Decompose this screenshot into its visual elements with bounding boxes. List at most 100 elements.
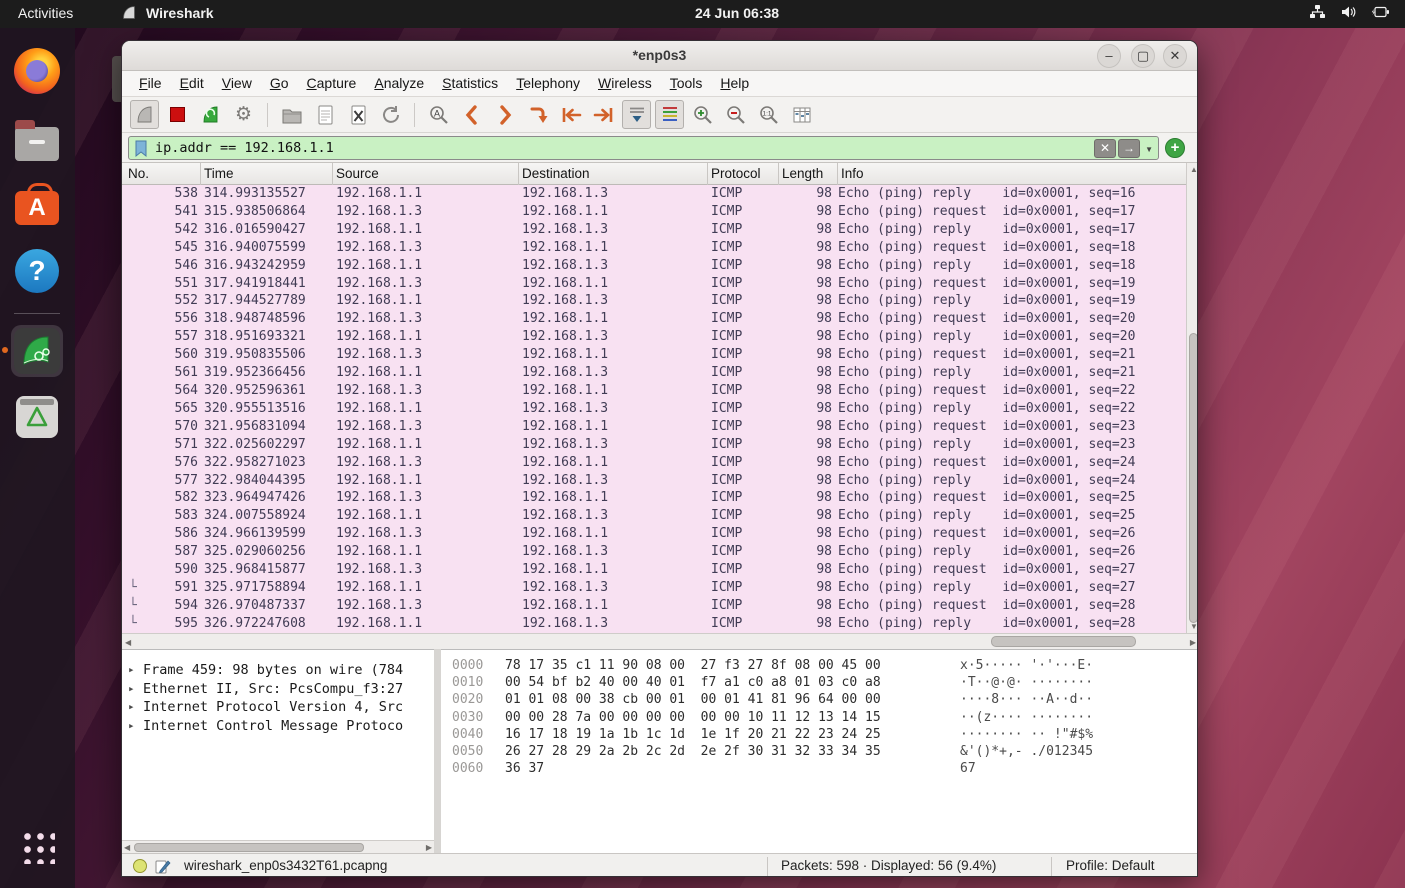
dock-item-wireshark[interactable]: [11, 325, 63, 377]
expert-info-icon[interactable]: [133, 859, 147, 873]
packet-row-595[interactable]: └595326.972247608192.168.1.1192.168.1.3I…: [122, 615, 1186, 633]
find-packet-button[interactable]: A: [424, 100, 453, 129]
column-header-protocol[interactable]: Protocol: [711, 166, 761, 181]
menu-statistics[interactable]: Statistics: [433, 71, 507, 97]
packet-row-576[interactable]: 576322.958271023192.168.1.3192.168.1.1IC…: [122, 454, 1186, 472]
close-capture-file-button[interactable]: [343, 100, 372, 129]
packet-list-hscrollbar[interactable]: ◀ ▶: [122, 633, 1198, 649]
filter-dropdown-icon[interactable]: ▼: [1145, 145, 1153, 154]
menu-capture[interactable]: Capture: [298, 71, 366, 97]
start-capture-button[interactable]: [130, 100, 159, 129]
save-capture-file-button[interactable]: [310, 100, 339, 129]
packet-row-564[interactable]: 564320.952596361192.168.1.3192.168.1.1IC…: [122, 382, 1186, 400]
hex-row-0060[interactable]: 006036 3767: [441, 760, 1198, 777]
detail-row-2[interactable]: ▸Internet Protocol Version 4, Src: [122, 698, 434, 717]
detail-row-0[interactable]: ▸Frame 459: 98 bytes on wire (784: [122, 661, 434, 680]
packet-row-542[interactable]: 542316.016590427192.168.1.1192.168.1.3IC…: [122, 221, 1186, 239]
packet-row-583[interactable]: 583324.007558924192.168.1.1192.168.1.3IC…: [122, 507, 1186, 525]
zoom-in-button[interactable]: [688, 100, 717, 129]
expand-arrow-icon[interactable]: ▸: [128, 698, 135, 717]
dock-item-firefox[interactable]: [11, 45, 63, 97]
packet-row-552[interactable]: 552317.944527789192.168.1.1192.168.1.3IC…: [122, 292, 1186, 310]
column-header-time[interactable]: Time: [204, 166, 234, 181]
packet-row-577[interactable]: 577322.984044395192.168.1.1192.168.1.3IC…: [122, 472, 1186, 490]
restart-capture-button[interactable]: [196, 100, 225, 129]
packet-row-582[interactable]: 582323.964947426192.168.1.3192.168.1.1IC…: [122, 489, 1186, 507]
resize-columns-button[interactable]: [787, 100, 816, 129]
reload-file-button[interactable]: [376, 100, 405, 129]
menu-telephony[interactable]: Telephony: [507, 71, 589, 97]
packet-row-586[interactable]: 586324.966139599192.168.1.3192.168.1.1IC…: [122, 525, 1186, 543]
packet-row-541[interactable]: 541315.938506864192.168.1.3192.168.1.1IC…: [122, 203, 1186, 221]
menu-go[interactable]: Go: [261, 71, 298, 97]
menu-help[interactable]: Help: [711, 71, 758, 97]
system-status-area[interactable]: [1309, 4, 1391, 20]
menu-view[interactable]: View: [213, 71, 261, 97]
packet-row-587[interactable]: 587325.029060256192.168.1.1192.168.1.3IC…: [122, 543, 1186, 561]
stop-capture-button[interactable]: [163, 100, 192, 129]
menu-file[interactable]: File: [130, 71, 171, 97]
menu-tools[interactable]: Tools: [661, 71, 712, 97]
go-forward-button[interactable]: [490, 100, 519, 129]
scroll-right-icon[interactable]: ▶: [1190, 638, 1196, 647]
maximize-button[interactable]: ▢: [1131, 44, 1155, 68]
hex-row-0010[interactable]: 001000 54 bf b2 40 00 40 01 f7 a1 c0 a8 …: [441, 674, 1198, 691]
open-capture-file-button[interactable]: [277, 100, 306, 129]
packet-row-594[interactable]: └594326.970487337192.168.1.3192.168.1.1I…: [122, 597, 1186, 615]
packet-list-header[interactable]: No.TimeSourceDestinationProtocolLengthIn…: [122, 163, 1186, 185]
go-back-button[interactable]: [457, 100, 486, 129]
scroll-left-icon[interactable]: ◀: [125, 638, 131, 647]
menu-wireless[interactable]: Wireless: [589, 71, 661, 97]
column-header-source[interactable]: Source: [336, 166, 379, 181]
packet-bytes-pane[interactable]: 000078 17 35 c1 11 90 08 00 27 f3 27 8f …: [441, 649, 1198, 853]
capture-file-name[interactable]: wireshark_enp0s3432T61.pcapng: [184, 858, 387, 873]
packet-row-565[interactable]: 565320.955513516192.168.1.1192.168.1.3IC…: [122, 400, 1186, 418]
packet-row-561[interactable]: 561319.952366456192.168.1.1192.168.1.3IC…: [122, 364, 1186, 382]
filter-clear-button[interactable]: ✕: [1094, 139, 1116, 158]
display-filter-input[interactable]: ip.addr == 192.168.1.1 ✕ → ▼: [128, 136, 1159, 160]
hex-row-0040[interactable]: 004016 17 18 19 1a 1b 1c 1d 1e 1f 20 21 …: [441, 726, 1198, 743]
expand-arrow-icon[interactable]: ▸: [128, 717, 135, 736]
hex-row-0020[interactable]: 002001 01 08 00 38 cb 00 01 00 01 41 81 …: [441, 691, 1198, 708]
details-hscroll-thumb[interactable]: [134, 843, 364, 852]
packet-row-538[interactable]: 538314.993135527192.168.1.1192.168.1.3IC…: [122, 185, 1186, 203]
pane-splitter[interactable]: [434, 649, 441, 853]
packet-row-546[interactable]: 546316.943242959192.168.1.1192.168.1.3IC…: [122, 257, 1186, 275]
scroll-up-icon[interactable]: ▲: [1190, 165, 1198, 174]
window-titlebar[interactable]: *enp0s3 – ▢ ✕: [122, 41, 1197, 71]
focused-app-name[interactable]: Wireshark: [146, 5, 214, 21]
detail-row-3[interactable]: ▸Internet Control Message Protoco: [122, 717, 434, 736]
packet-row-560[interactable]: 560319.950835506192.168.1.3192.168.1.1IC…: [122, 346, 1186, 364]
column-separator[interactable]: [200, 163, 201, 185]
hex-row-0000[interactable]: 000078 17 35 c1 11 90 08 00 27 f3 27 8f …: [441, 657, 1198, 674]
packet-row-591[interactable]: └591325.971758894192.168.1.1192.168.1.3I…: [122, 579, 1186, 597]
column-separator[interactable]: [778, 163, 779, 185]
details-hscrollbar[interactable]: ◀ ▶: [122, 840, 434, 853]
hscroll-thumb[interactable]: [991, 636, 1136, 647]
dock-item-files[interactable]: [11, 114, 63, 166]
packet-row-551[interactable]: 551317.941918441192.168.1.3192.168.1.1IC…: [122, 275, 1186, 293]
scroll-right-icon[interactable]: ▶: [426, 843, 432, 852]
filter-bookmark-icon[interactable]: [134, 140, 148, 163]
dock-item-help[interactable]: ?: [11, 245, 63, 297]
close-button[interactable]: ✕: [1163, 44, 1187, 68]
column-header-no[interactable]: No.: [128, 166, 149, 181]
dock-item-trash[interactable]: [11, 391, 63, 443]
capture-options-button[interactable]: ⚙: [229, 100, 258, 129]
packet-row-557[interactable]: 557318.951693321192.168.1.1192.168.1.3IC…: [122, 328, 1186, 346]
column-header-destination[interactable]: Destination: [522, 166, 590, 181]
packet-row-571[interactable]: 571322.025602297192.168.1.1192.168.1.3IC…: [122, 436, 1186, 454]
column-separator[interactable]: [837, 163, 838, 185]
expand-arrow-icon[interactable]: ▸: [128, 680, 135, 699]
profile-label[interactable]: Profile: Default: [1066, 858, 1155, 873]
clock[interactable]: 24 Jun 06:38: [695, 5, 779, 21]
zoom-normal-button[interactable]: 1:1: [754, 100, 783, 129]
go-first-packet-button[interactable]: [556, 100, 585, 129]
filter-apply-button[interactable]: →: [1118, 139, 1140, 158]
auto-scroll-button[interactable]: [622, 100, 651, 129]
scroll-down-icon[interactable]: ▼: [1190, 622, 1198, 631]
packet-row-590[interactable]: 590325.968415877192.168.1.3192.168.1.1IC…: [122, 561, 1186, 579]
colorize-packets-button[interactable]: [655, 100, 684, 129]
minimize-button[interactable]: –: [1097, 44, 1121, 68]
expand-arrow-icon[interactable]: ▸: [128, 661, 135, 680]
